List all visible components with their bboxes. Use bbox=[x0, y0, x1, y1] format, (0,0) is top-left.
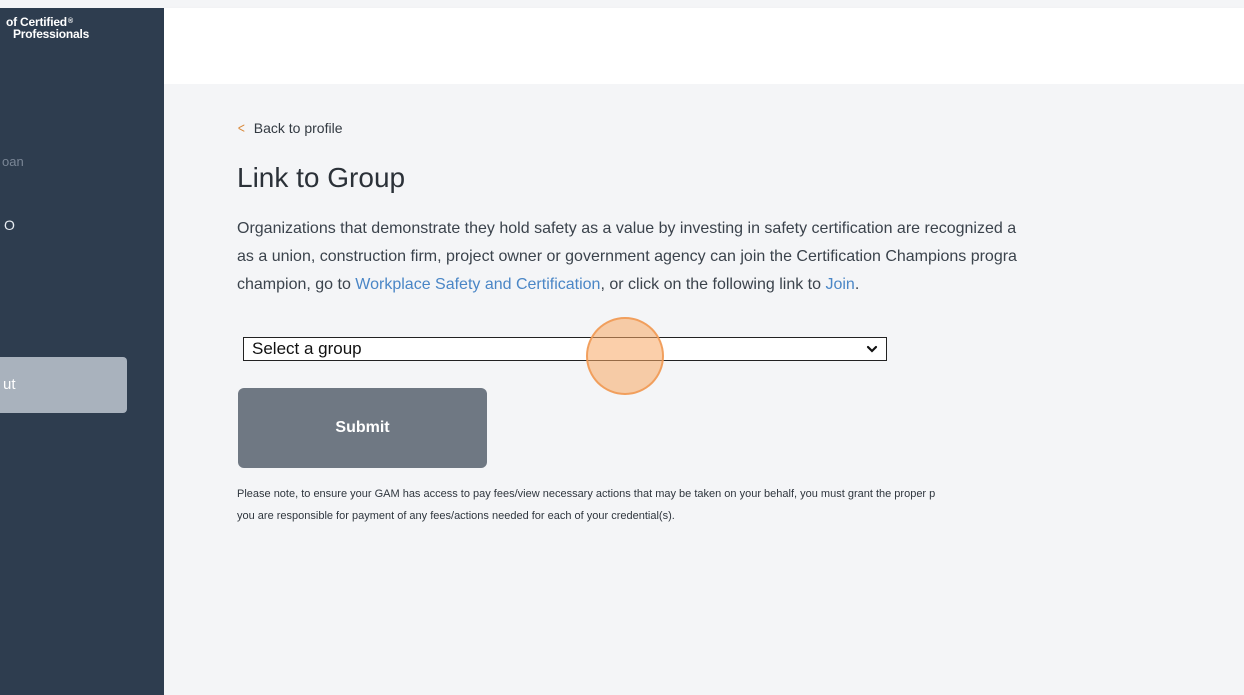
logo-line2: Professionals bbox=[13, 27, 90, 41]
intro-line-2: as a union, construction firm, project o… bbox=[237, 248, 1017, 265]
intro-line-3-middle: , or click on the following link to bbox=[600, 276, 826, 293]
top-strip bbox=[164, 0, 1244, 8]
logo[interactable]: of Certified® Professionals bbox=[0, 16, 120, 40]
intro-line-3: champion, go to Workplace Safety and Cer… bbox=[237, 271, 1244, 299]
page-title: Link to Group bbox=[237, 162, 406, 193]
logo-registered-mark: ® bbox=[67, 18, 73, 25]
join-link[interactable]: Join bbox=[825, 276, 854, 293]
intro-line-1: Organizations that demonstrate they hold… bbox=[237, 220, 1017, 237]
sidebar-item-faint[interactable]: oan bbox=[2, 154, 24, 169]
note-paragraph: Please note, to ensure your GAM has acce… bbox=[237, 483, 1244, 527]
chevron-down-icon bbox=[866, 340, 878, 362]
workplace-safety-link[interactable]: Workplace Safety and Certification bbox=[355, 276, 600, 293]
note-line-2: you are responsible for payment of any f… bbox=[237, 510, 675, 522]
back-to-profile-link[interactable]: < Back to profile bbox=[237, 120, 343, 137]
intro-paragraph: Organizations that demonstrate they hold… bbox=[237, 215, 1244, 299]
main-content: < Back to profile Link to Group Organizat… bbox=[164, 84, 1244, 695]
back-to-profile-label: Back to profile bbox=[253, 120, 343, 136]
intro-line-3-suffix: . bbox=[854, 276, 860, 293]
group-select[interactable]: Select a group bbox=[243, 337, 887, 361]
sidebar-logout-button[interactable]: ut bbox=[0, 357, 127, 413]
top-bar bbox=[164, 8, 1244, 84]
sidebar: of Certified® Professionals oan O ut bbox=[0, 8, 164, 695]
sidebar-item-small[interactable]: O bbox=[4, 217, 15, 233]
group-select-value: Select a group bbox=[252, 339, 362, 358]
submit-button[interactable]: Submit bbox=[238, 388, 487, 468]
note-line-1: Please note, to ensure your GAM has acce… bbox=[237, 488, 936, 500]
intro-line-3-prefix: champion, go to bbox=[237, 276, 356, 293]
chevron-left-icon: < bbox=[237, 120, 245, 137]
